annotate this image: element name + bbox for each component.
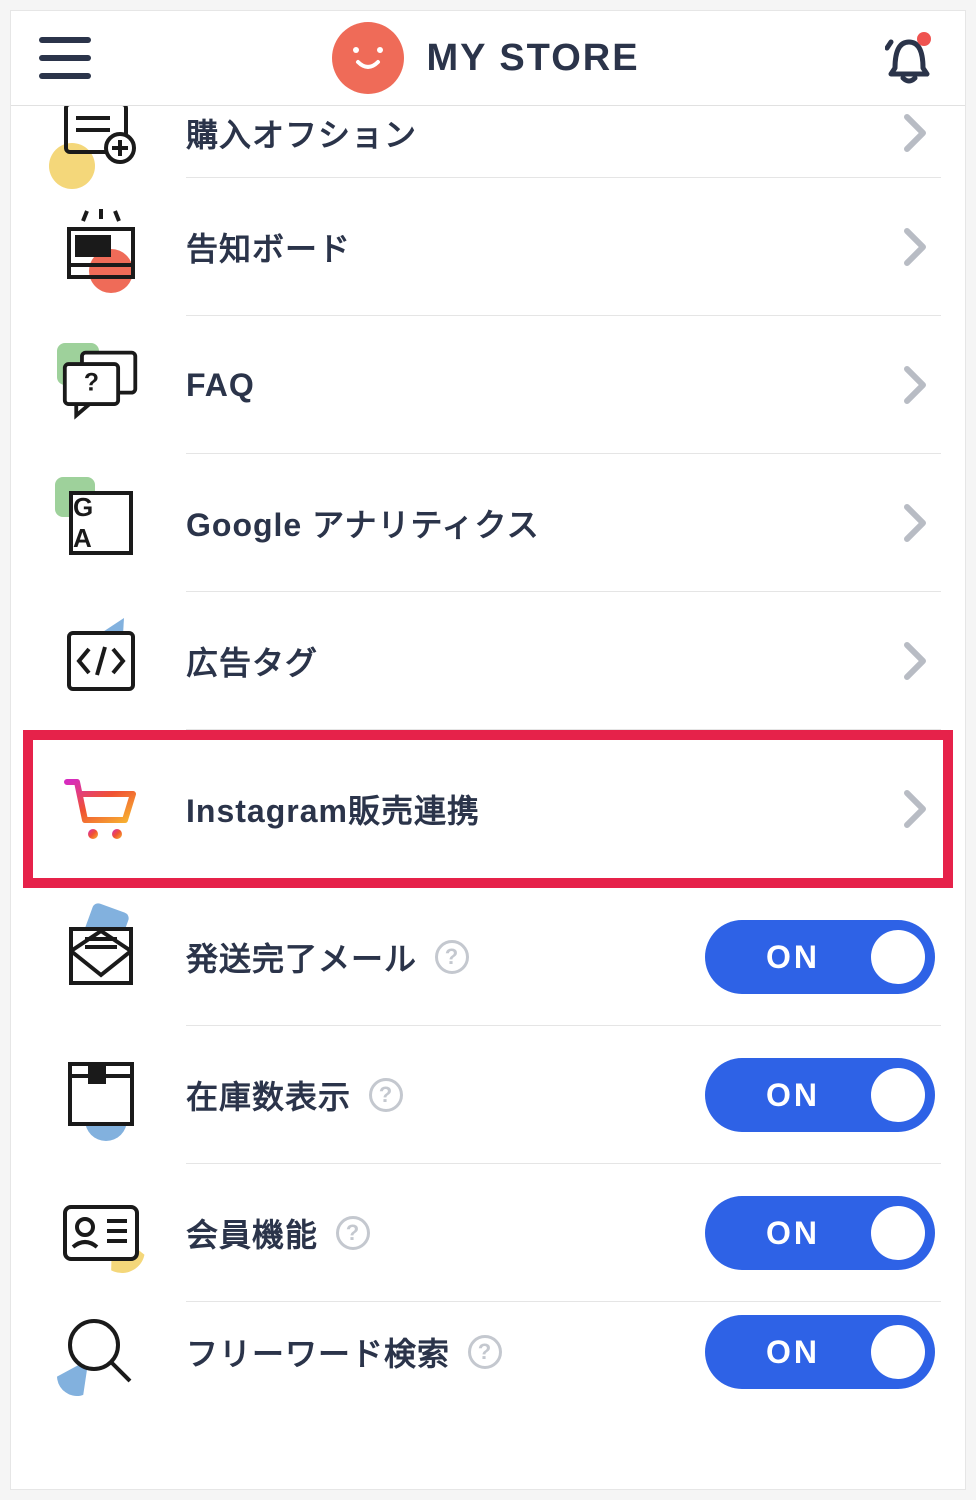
chevron-right-icon — [895, 503, 935, 543]
toggle-knob — [871, 1206, 925, 1260]
page-title: MY STORE — [426, 37, 639, 80]
ad-tag-icon — [65, 629, 137, 693]
menu-item-google-analytics[interactable]: G A Google アナリティクス — [11, 454, 965, 592]
notifications-button[interactable] — [881, 30, 937, 86]
toggle-member[interactable]: ON — [705, 1196, 935, 1270]
chevron-right-icon — [895, 227, 935, 267]
faq-icon: ? — [61, 347, 141, 423]
toggle-ship-mail[interactable]: ON — [705, 920, 935, 994]
toggle-label: ON — [735, 939, 851, 976]
menu-item-label: Google アナリティクス — [186, 500, 895, 546]
menu-item-faq[interactable]: ? FAQ — [11, 316, 965, 454]
menu-item-label: 会員機能 ? — [186, 1210, 705, 1256]
menu-item-label: 在庫数表示 ? — [186, 1072, 705, 1118]
chevron-right-icon — [895, 641, 935, 681]
menu-item-label: 購入オフション — [186, 110, 895, 156]
menu-item-label: 広告タグ — [186, 638, 895, 684]
toggle-knob — [871, 1325, 925, 1379]
chevron-right-icon — [895, 113, 935, 153]
toggle-freeword[interactable]: ON — [705, 1315, 935, 1389]
search-icon — [64, 1315, 138, 1389]
menu-item-member[interactable]: 会員機能 ? ON — [11, 1164, 965, 1302]
ship-mail-icon — [63, 921, 139, 993]
menu-item-freeword[interactable]: フリーワード検索 ? ON — [11, 1302, 965, 1402]
toggle-label: ON — [735, 1077, 851, 1114]
notification-dot-icon — [917, 32, 931, 46]
help-icon[interactable]: ? — [435, 940, 469, 974]
toggle-knob — [871, 930, 925, 984]
menu-item-ship-mail[interactable]: 発送完了メール ? ON — [11, 888, 965, 1026]
menu-item-ad-tag[interactable]: 広告タグ — [11, 592, 965, 730]
purchase-option-icon — [62, 98, 140, 168]
toggle-knob — [871, 1068, 925, 1122]
help-icon[interactable]: ? — [336, 1216, 370, 1250]
menu-item-notice-board[interactable]: 告知ボード — [11, 178, 965, 316]
instagram-cart-icon — [63, 774, 139, 844]
store-avatar-icon — [332, 22, 404, 94]
menu-item-stock[interactable]: 在庫数表示 ? ON — [11, 1026, 965, 1164]
toggle-stock[interactable]: ON — [705, 1058, 935, 1132]
hamburger-menu-button[interactable] — [39, 32, 91, 84]
menu-item-label: 発送完了メール ? — [186, 934, 705, 980]
svg-text:?: ? — [84, 370, 99, 397]
header-title-group: MY STORE — [332, 22, 639, 94]
stock-icon — [64, 1060, 138, 1130]
chevron-right-icon — [895, 365, 935, 405]
toggle-label: ON — [735, 1334, 851, 1371]
toggle-label: ON — [735, 1215, 851, 1252]
menu-item-label: FAQ — [186, 367, 895, 404]
menu-item-label: Instagram販売連携 — [186, 786, 895, 832]
menu-item-instagram[interactable]: Instagram販売連携 — [11, 730, 965, 888]
menu-item-label: 告知ボード — [186, 224, 895, 270]
member-icon — [61, 1201, 141, 1265]
menu-item-label: フリーワード検索 ? — [186, 1329, 705, 1375]
app-header: MY STORE — [11, 11, 965, 106]
settings-list: 購入オフション — [11, 88, 965, 1402]
help-icon[interactable]: ? — [369, 1078, 403, 1112]
google-analytics-icon: G A — [69, 491, 133, 555]
help-icon[interactable]: ? — [468, 1335, 502, 1369]
notice-board-icon — [61, 207, 141, 287]
chevron-right-icon — [895, 789, 935, 829]
